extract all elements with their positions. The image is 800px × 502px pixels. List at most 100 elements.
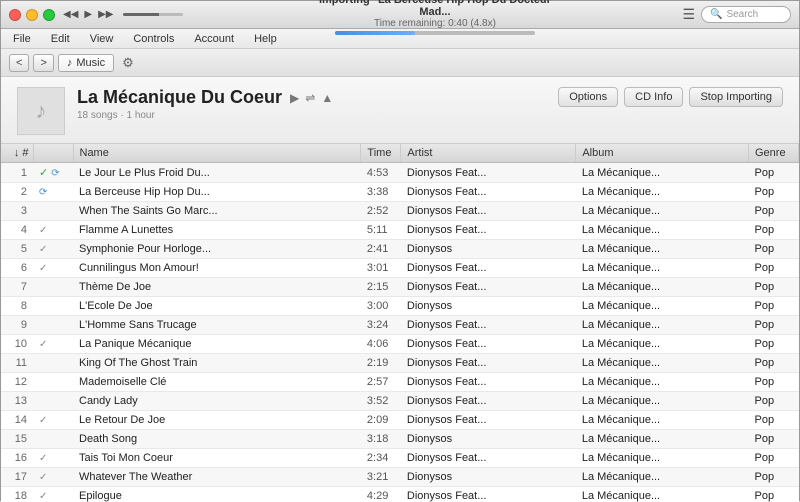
track-artist: Dionysos Feat...	[401, 221, 576, 240]
gear-icon[interactable]: ⚙	[122, 55, 134, 71]
play-album-icon[interactable]: ▶	[290, 91, 299, 105]
track-status: ✓	[33, 449, 73, 468]
track-number: 9	[1, 316, 33, 335]
menu-edit[interactable]: Edit	[47, 32, 74, 46]
volume-slider[interactable]	[123, 13, 183, 16]
track-name: Flamme A Lunettes	[73, 221, 361, 240]
music-note-icon: ♪	[67, 57, 73, 69]
col-header-genre[interactable]: Genre	[749, 144, 799, 163]
forward-button[interactable]: ▶▶	[98, 9, 113, 20]
search-box[interactable]: 🔍 Search	[701, 6, 791, 23]
col-header-num[interactable]: ↓ #	[1, 144, 33, 163]
track-time: 3:01	[361, 259, 401, 278]
track-status	[33, 297, 73, 316]
track-album: La Mécanique...	[576, 468, 749, 487]
menu-file[interactable]: File	[9, 32, 35, 46]
table-row[interactable]: 11King Of The Ghost Train2:19Dionysos Fe…	[1, 354, 799, 373]
track-album: La Mécanique...	[576, 316, 749, 335]
col-header-name[interactable]: Name	[73, 144, 361, 163]
track-status: ✓	[33, 468, 73, 487]
track-album: La Mécanique...	[576, 392, 749, 411]
table-row[interactable]: 7Thème De Joe2:15Dionysos Feat...La Méca…	[1, 278, 799, 297]
transport-controls: ◀◀ ▶ ▶▶	[63, 9, 187, 20]
track-album: La Mécanique...	[576, 202, 749, 221]
track-genre: Pop	[749, 278, 799, 297]
track-album: La Mécanique...	[576, 259, 749, 278]
track-time: 2:34	[361, 449, 401, 468]
col-header-artist[interactable]: Artist	[401, 144, 576, 163]
track-table: ↓ # Name Time Artist Album Genre 1✓ ⟳Le …	[1, 144, 799, 502]
col-header-time[interactable]: Time	[361, 144, 401, 163]
track-genre: Pop	[749, 487, 799, 502]
table-row[interactable]: 3When The Saints Go Marc...2:52Dionysos …	[1, 202, 799, 221]
track-album: La Mécanique...	[576, 487, 749, 502]
maximize-button[interactable]	[43, 9, 55, 21]
progress-bar	[335, 31, 415, 35]
track-name: Epilogue	[73, 487, 361, 502]
table-header-row: ↓ # Name Time Artist Album Genre	[1, 144, 799, 163]
table-row[interactable]: 5✓Symphonie Pour Horloge...2:41DionysosL…	[1, 240, 799, 259]
table-row[interactable]: 2⟳La Berceuse Hip Hop Du...3:38Dionysos …	[1, 183, 799, 202]
table-row[interactable]: 9L'Homme Sans Trucage3:24Dionysos Feat..…	[1, 316, 799, 335]
track-number: 13	[1, 392, 33, 411]
track-name: L'Homme Sans Trucage	[73, 316, 361, 335]
track-status	[33, 278, 73, 297]
table-row[interactable]: 17✓Whatever The Weather3:21DionysosLa Mé…	[1, 468, 799, 487]
track-artist: Dionysos Feat...	[401, 316, 576, 335]
track-status	[33, 202, 73, 221]
options-button[interactable]: Options	[558, 87, 618, 107]
title-center: Importing "La Berceuse Hip Hop Du Docteu…	[187, 0, 682, 35]
track-status: ⟳	[33, 183, 73, 202]
table-row[interactable]: 13Candy Lady3:52Dionysos Feat...La Mécan…	[1, 392, 799, 411]
table-row[interactable]: 12Mademoiselle Clé2:57Dionysos Feat...La…	[1, 373, 799, 392]
table-row[interactable]: 4✓Flamme A Lunettes5:11Dionysos Feat...L…	[1, 221, 799, 240]
table-row[interactable]: 16✓Tais Toi Mon Coeur2:34Dionysos Feat..…	[1, 449, 799, 468]
table-row[interactable]: 6✓Cunnilingus Mon Amour!3:01Dionysos Fea…	[1, 259, 799, 278]
col-header-status	[33, 144, 73, 163]
track-number: 4	[1, 221, 33, 240]
track-artist: Dionysos	[401, 430, 576, 449]
menu-controls[interactable]: Controls	[129, 32, 178, 46]
table-row[interactable]: 18✓Epilogue4:29Dionysos Feat...La Mécani…	[1, 487, 799, 502]
album-header: ♪ La Mécanique Du Coeur ▶ ⇌ ▲ 18 songs ·…	[1, 77, 799, 144]
track-time: 4:29	[361, 487, 401, 502]
play-button[interactable]: ▶	[84, 9, 92, 20]
table-row[interactable]: 1✓ ⟳Le Jour Le Plus Froid Du...4:53Diony…	[1, 163, 799, 183]
list-icon[interactable]: ☰	[682, 6, 695, 23]
shuffle-icon[interactable]: ⇌	[305, 91, 315, 105]
main-content: ♪ La Mécanique Du Coeur ▶ ⇌ ▲ 18 songs ·…	[1, 77, 799, 502]
track-status	[33, 316, 73, 335]
menu-view[interactable]: View	[86, 32, 118, 46]
cd-info-button[interactable]: CD Info	[624, 87, 683, 107]
track-album: La Mécanique...	[576, 430, 749, 449]
track-number: 1	[1, 163, 33, 183]
table-row[interactable]: 10✓La Panique Mécanique4:06Dionysos Feat…	[1, 335, 799, 354]
track-status	[33, 373, 73, 392]
album-info: La Mécanique Du Coeur ▶ ⇌ ▲ 18 songs · 1…	[77, 87, 546, 121]
title-right: ☰ 🔍 Search	[682, 6, 791, 23]
track-artist: Dionysos Feat...	[401, 449, 576, 468]
track-name: L'Ecole De Joe	[73, 297, 361, 316]
track-genre: Pop	[749, 430, 799, 449]
table-row[interactable]: 15Death Song3:18DionysosLa Mécanique...P…	[1, 430, 799, 449]
track-name: Candy Lady	[73, 392, 361, 411]
track-album: La Mécanique...	[576, 297, 749, 316]
track-album: La Mécanique...	[576, 449, 749, 468]
track-artist: Dionysos Feat...	[401, 183, 576, 202]
track-album: La Mécanique...	[576, 183, 749, 202]
upload-icon[interactable]: ▲	[321, 91, 333, 105]
track-time: 3:38	[361, 183, 401, 202]
track-name: La Berceuse Hip Hop Du...	[73, 183, 361, 202]
rewind-button[interactable]: ◀◀	[63, 9, 78, 20]
col-header-album[interactable]: Album	[576, 144, 749, 163]
close-button[interactable]	[9, 9, 21, 21]
table-row[interactable]: 8L'Ecole De Joe3:00DionysosLa Mécanique.…	[1, 297, 799, 316]
forward-button[interactable]: >	[33, 54, 53, 72]
back-button[interactable]: <	[9, 54, 29, 72]
track-name: King Of The Ghost Train	[73, 354, 361, 373]
track-table-container[interactable]: ↓ # Name Time Artist Album Genre 1✓ ⟳Le …	[1, 144, 799, 502]
track-number: 18	[1, 487, 33, 502]
stop-importing-button[interactable]: Stop Importing	[689, 87, 783, 107]
table-row[interactable]: 14✓Le Retour De Joe2:09Dionysos Feat...L…	[1, 411, 799, 430]
minimize-button[interactable]	[26, 9, 38, 21]
